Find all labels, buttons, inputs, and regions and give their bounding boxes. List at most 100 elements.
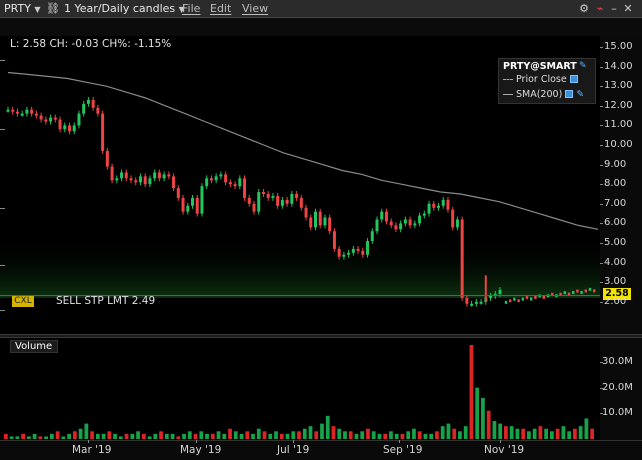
volume-bar (101, 433, 106, 439)
y-tick (600, 243, 603, 244)
order-label: SELL STP LMT 2.49 (56, 295, 156, 307)
candle-body (39, 115, 43, 120)
candle-body (318, 211, 322, 226)
candle-body (11, 109, 15, 112)
candle-body (115, 178, 119, 181)
checkbox-icon[interactable] (565, 89, 574, 98)
dashed-line-icon (503, 79, 513, 80)
volume-bar (567, 431, 572, 439)
volume-bar (170, 433, 175, 439)
volume-bar (377, 433, 382, 439)
volume-bar (44, 436, 48, 439)
x-tick-label: May '19 (180, 444, 222, 456)
candle-body (261, 192, 265, 195)
candle-body (584, 289, 587, 293)
candle-body (384, 211, 388, 222)
legend-row-sma[interactable]: SMA(200) ✎ (503, 89, 584, 101)
volume-bar (26, 436, 31, 439)
y-tick (600, 66, 603, 68)
chart-legend: PRTY@SMART ✎ Prior Close SMA(200) ✎ (498, 58, 596, 104)
volume-bar (532, 428, 537, 439)
candle-body (534, 295, 537, 299)
candle-body (530, 297, 533, 301)
candle-body (389, 221, 393, 226)
x-tick (500, 440, 501, 443)
volume-bar (84, 423, 89, 439)
candle-body (181, 197, 185, 212)
cancel-order-button[interactable]: CXL (12, 296, 34, 307)
volume-bar (124, 433, 129, 439)
candle-body (72, 125, 76, 132)
left-tick (0, 265, 5, 266)
volume-bar (521, 428, 526, 439)
candle-body (68, 125, 71, 132)
volume-bar (72, 431, 77, 439)
volume-tick (600, 387, 603, 389)
volume-bar (354, 433, 359, 439)
volume-bar (233, 431, 238, 439)
volume-bar (544, 428, 549, 439)
volume-tick (600, 413, 603, 415)
candle-body (337, 248, 341, 257)
candle-body (6, 109, 10, 112)
legend-title: PRTY@SMART (503, 61, 577, 72)
volume-bar (268, 433, 273, 439)
volume-bar (383, 433, 388, 439)
candle-body (138, 176, 142, 183)
candle-body (243, 178, 247, 198)
volume-bar (515, 428, 520, 439)
volume-bar (406, 431, 411, 439)
volume-bar (475, 387, 480, 439)
volume-bar (222, 433, 227, 439)
candle-body (328, 217, 332, 232)
volume-bar (555, 428, 560, 439)
candle-body (572, 291, 575, 295)
y-tick (600, 105, 603, 107)
volume-bar (314, 431, 319, 439)
candle-body (63, 125, 67, 130)
volume-bar (38, 436, 43, 439)
volume-bar (205, 433, 209, 439)
solid-line-icon (503, 94, 513, 95)
volume-bar (331, 426, 336, 439)
candle-body (186, 205, 190, 212)
candle-body (375, 219, 379, 232)
y-tick (600, 145, 603, 146)
edit-icon[interactable]: ✎ (579, 61, 587, 71)
candle-body (162, 174, 166, 179)
volume-bar (308, 426, 313, 439)
volume-bar (4, 433, 8, 439)
y-tick (600, 262, 603, 264)
candle-body (224, 174, 228, 183)
candle-body (403, 219, 407, 224)
candle-body (470, 303, 474, 306)
left-tick (0, 60, 5, 61)
candle-body (129, 178, 133, 181)
candle-body (542, 295, 545, 299)
edit-icon[interactable]: ✎ (576, 89, 584, 100)
candle-body (525, 296, 529, 300)
candle-body (521, 297, 524, 301)
candle-body (408, 219, 412, 226)
y-tick (600, 203, 603, 205)
volume-bar (417, 431, 422, 439)
candle-body (30, 109, 34, 114)
y-tick-label: 7.00 (604, 197, 627, 209)
candle-body (91, 99, 95, 108)
candle-body (172, 176, 176, 189)
candle-body (513, 297, 516, 301)
checkbox-icon[interactable] (569, 74, 578, 83)
candle-body (504, 300, 508, 304)
candle-body (332, 231, 336, 249)
y-tick-label: 15.00 (604, 41, 633, 52)
candle-body (437, 205, 440, 208)
y-tick-label: 12.00 (604, 99, 633, 111)
volume-bar (394, 433, 399, 439)
candle-body (280, 199, 284, 206)
candle-body (124, 172, 128, 179)
legend-row-prior-close[interactable]: Prior Close (503, 74, 578, 86)
candle-body (460, 219, 464, 298)
volume-bar (527, 431, 531, 439)
volume-bar (366, 428, 370, 439)
candle-body (418, 215, 422, 224)
